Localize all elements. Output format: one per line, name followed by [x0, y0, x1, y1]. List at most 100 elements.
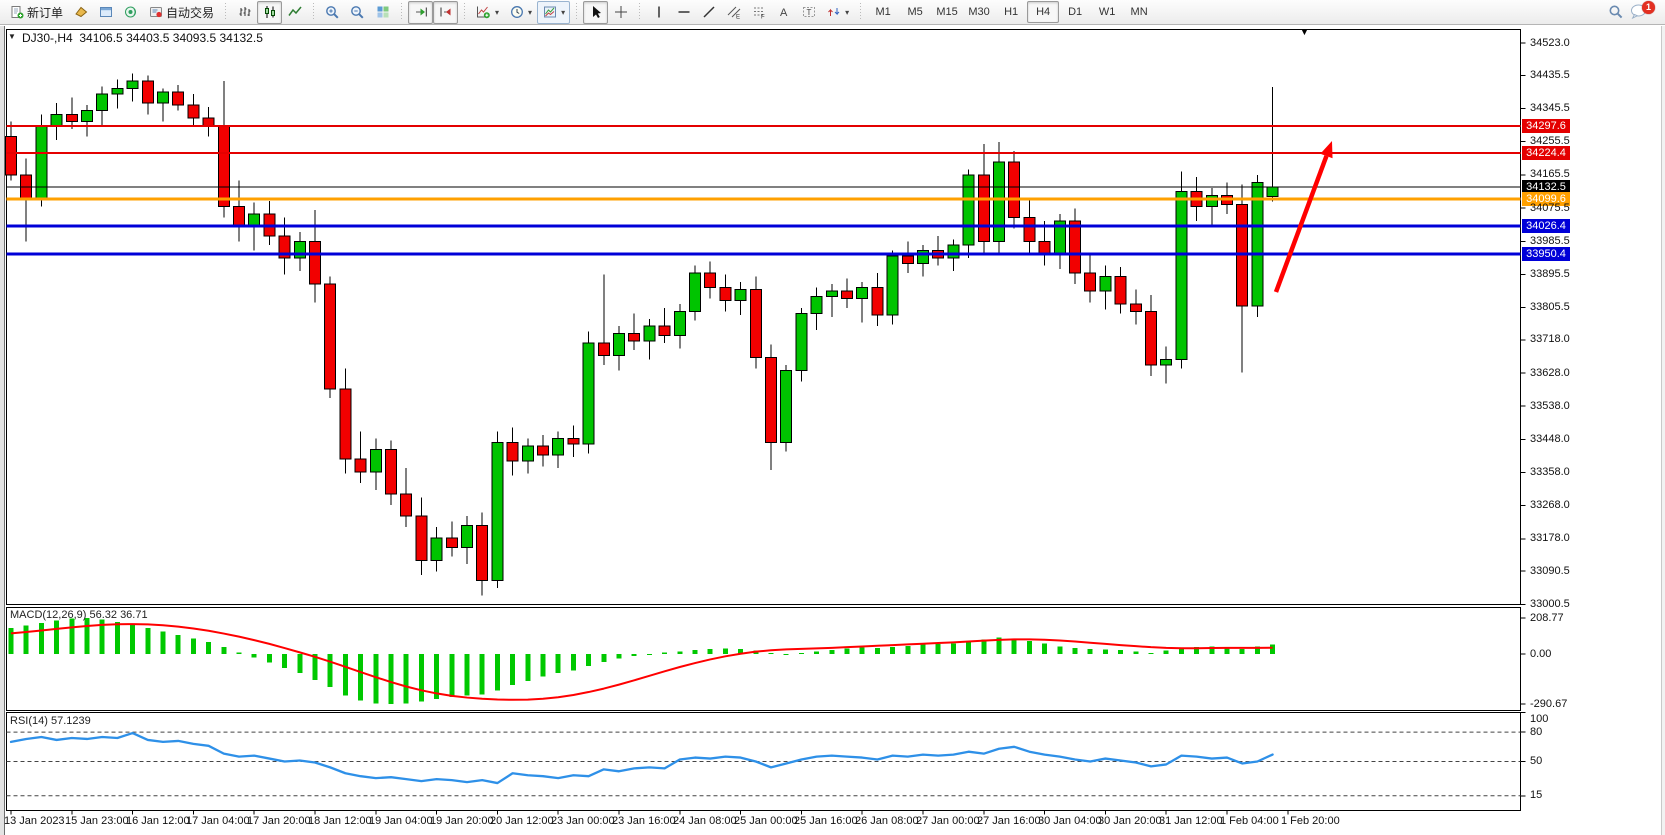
candle-body — [1085, 273, 1096, 291]
rsi-tick-label: 100 — [1530, 713, 1548, 725]
macd-bar — [632, 654, 637, 656]
macd-bar — [586, 654, 591, 666]
candle-body — [416, 516, 427, 560]
macd-bar — [297, 654, 302, 673]
candle-body — [948, 245, 959, 258]
macd-bar — [419, 654, 424, 701]
time-tick-label: 17 Jan 20:00 — [247, 815, 311, 827]
time-tick-label: 13 Jan 2023 — [4, 815, 65, 827]
time-tick-label: 27 Jan 00:00 — [916, 815, 980, 827]
macd-bar — [237, 652, 242, 654]
candle-body — [705, 273, 716, 288]
candle-body — [127, 81, 138, 88]
macd-bar — [206, 642, 211, 654]
macd-bar — [191, 639, 196, 655]
candle-body — [902, 256, 913, 263]
collapse-arrow-ic[interactable]: ▼ — [8, 32, 16, 41]
macd-bar — [525, 654, 530, 681]
chart-canvas[interactable] — [0, 0, 1665, 835]
time-tick-label: 15 Jan 23:00 — [65, 815, 129, 827]
macd-bar — [145, 628, 150, 654]
candle-body — [568, 439, 579, 445]
macd-bar — [693, 650, 698, 654]
macd-bar — [601, 654, 606, 662]
price-tick-label: 34255.5 — [1530, 135, 1570, 147]
macd-bar — [814, 651, 819, 654]
macd-bar — [1149, 653, 1154, 654]
candle-body — [355, 459, 366, 472]
macd-bar — [1012, 639, 1017, 655]
candle-body — [1009, 162, 1020, 217]
macd-tick-label: 0.00 — [1530, 648, 1551, 660]
macd-bar — [1057, 646, 1062, 654]
candle-body — [66, 114, 77, 121]
candle-body — [1176, 192, 1187, 360]
macd-bar — [662, 653, 667, 654]
macd-bar — [1027, 641, 1032, 654]
macd-bar — [936, 644, 941, 654]
candle-body — [1252, 182, 1263, 305]
price-tick-label: 34075.5 — [1530, 202, 1570, 214]
chart-shift-marker-icon[interactable]: ▼ — [1300, 27, 1309, 37]
macd-bar — [647, 654, 652, 655]
macd-bar — [890, 647, 895, 654]
time-tick-label: 20 Jan 12:00 — [490, 815, 554, 827]
macd-bar — [115, 622, 120, 654]
price-tick-label: 33358.0 — [1530, 466, 1570, 478]
time-tick-label: 18 Jan 12:00 — [308, 815, 372, 827]
price-tick-label: 34435.5 — [1530, 69, 1570, 81]
macd-bar — [769, 653, 774, 654]
candle-body — [538, 446, 549, 455]
macd-bar — [85, 618, 90, 654]
macd-bar — [951, 643, 956, 654]
macd-name: MACD(12,26,9) — [10, 609, 86, 621]
candle-body — [978, 175, 989, 241]
macd-bar — [1103, 649, 1108, 654]
macd-bar — [556, 654, 561, 673]
candle-body — [1115, 276, 1126, 304]
candle-body — [887, 256, 898, 315]
macd-bar — [39, 623, 44, 654]
candle-body — [872, 288, 883, 316]
candle-body — [1267, 187, 1278, 197]
time-tick-label: 30 Jan 04:00 — [1038, 815, 1102, 827]
macd-bar — [54, 620, 59, 654]
macd-bar — [389, 654, 394, 704]
candle-body — [553, 439, 564, 456]
macd-bar — [541, 654, 546, 676]
candle-body — [477, 525, 488, 580]
macd-bar — [1042, 644, 1047, 654]
macd-bar — [617, 654, 622, 658]
candle-body — [51, 114, 62, 125]
candle-body — [492, 442, 503, 580]
macd-indicator-label: MACD(12,26,9) 56.32 36.71 — [10, 609, 148, 621]
candle-body — [659, 326, 670, 335]
macd-bar — [130, 625, 135, 654]
rsi-tick-label: 15 — [1530, 789, 1542, 801]
candle-body — [158, 92, 169, 103]
candle-body — [644, 326, 655, 341]
candle-body — [963, 175, 974, 245]
time-tick-label: 30 Jan 20:00 — [1098, 815, 1162, 827]
price-tick-label: 34345.5 — [1530, 102, 1570, 114]
rsi-indicator-label: RSI(14) 57.1239 — [10, 715, 91, 727]
time-tick-label: 19 Jan 20:00 — [430, 815, 494, 827]
price-tick-label: 33000.5 — [1530, 598, 1570, 610]
candle-body — [462, 525, 473, 547]
price-tick-label: 33448.0 — [1530, 433, 1570, 445]
candle-body — [446, 538, 457, 547]
candle-body — [218, 125, 229, 206]
candle-body — [386, 450, 397, 494]
candle-body — [598, 343, 609, 356]
candle-body — [1130, 304, 1141, 311]
candle-body — [1024, 217, 1035, 241]
macd-bar — [966, 642, 971, 654]
candle-body — [781, 370, 792, 442]
macd-bar — [510, 654, 515, 685]
macd-bar — [1133, 651, 1138, 654]
macd-bar — [571, 654, 576, 670]
price-tick-label: 33090.5 — [1530, 565, 1570, 577]
candle-body — [735, 289, 746, 300]
macd-bar — [921, 645, 926, 654]
macd-panel-frame — [7, 608, 1521, 711]
